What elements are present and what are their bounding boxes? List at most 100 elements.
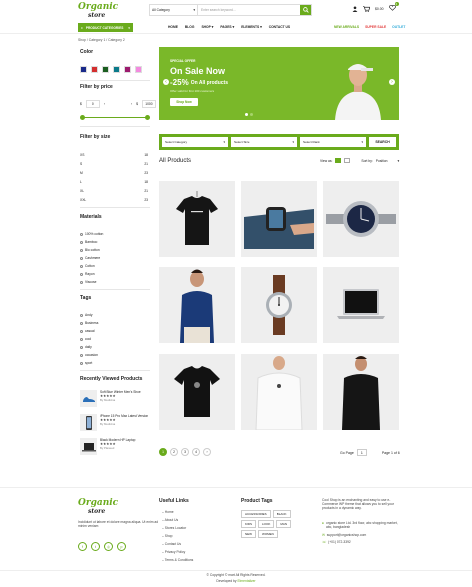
filter-search-button[interactable]: SEARCH <box>369 137 396 147</box>
radio-button[interactable] <box>80 256 83 260</box>
search-input[interactable]: Enter search keyword... <box>198 5 300 15</box>
page-button[interactable]: 3 <box>181 448 189 456</box>
footer-link[interactable]: – About Us <box>162 518 178 522</box>
recent-product[interactable]: Soft Blue Winter Men's Shoe ★★★★★ By Med… <box>80 390 150 407</box>
cart-total[interactable]: $0.00 <box>375 7 384 11</box>
facebook-icon[interactable]: f <box>78 542 87 551</box>
breadcrumb[interactable]: Shop / Category 1 / Category 2 <box>78 38 125 42</box>
page-button[interactable]: 2 <box>170 448 178 456</box>
product-card-laptop[interactable] <box>323 267 399 343</box>
radio-button[interactable] <box>80 321 83 325</box>
footer-link[interactable]: – Privacy Policy <box>162 550 185 554</box>
pinterest-icon[interactable]: p <box>117 542 126 551</box>
developer-link[interactable]: Elmentalizer <box>237 579 255 583</box>
product-card-white-tshirt[interactable] <box>241 354 317 430</box>
product-thumbnail[interactable] <box>80 414 97 431</box>
material-option[interactable]: Bio cotton <box>80 248 100 252</box>
material-option[interactable]: 100% cotton <box>80 232 103 236</box>
promo-outlet[interactable]: OUTLET <box>392 25 405 29</box>
product-card-black-shirt[interactable] <box>323 354 399 430</box>
radio-button[interactable] <box>80 329 83 333</box>
product-card-smart-watch[interactable] <box>241 181 317 257</box>
size-option[interactable]: M 23 <box>80 171 148 175</box>
tag-option[interactable]: casual <box>80 329 95 333</box>
material-option[interactable]: Viscose <box>80 280 96 284</box>
product-card-polo-shirt[interactable] <box>159 267 235 343</box>
radio-button[interactable] <box>80 361 83 365</box>
promo-new-arrivals[interactable]: NEW ARRIVALS <box>334 25 359 29</box>
size-option[interactable]: S 21 <box>80 162 148 166</box>
wishlist-button[interactable]: 0 <box>388 2 399 12</box>
promo-super-sale[interactable]: SUPER SALE <box>365 25 386 29</box>
rank-select[interactable]: Select Rank ▾ <box>300 137 366 147</box>
color-swatch[interactable] <box>135 66 142 73</box>
color-swatch[interactable] <box>80 66 87 73</box>
footer-link[interactable]: – Terms & Conditions <box>162 558 193 562</box>
product-card-black-tshirt-2[interactable] <box>159 354 235 430</box>
footer-tag[interactable]: NEW <box>241 530 256 538</box>
footer-tag[interactable]: KIDS <box>241 520 257 528</box>
footer-logo[interactable]: Organic store <box>78 499 118 516</box>
material-option[interactable]: Bamboo <box>80 240 97 244</box>
category-select[interactable]: Select Category ▾ <box>162 137 228 147</box>
footer-tag[interactable]: ACCESSORIES <box>241 510 271 518</box>
user-icon[interactable] <box>352 5 358 12</box>
product-thumbnail[interactable] <box>80 438 97 455</box>
product-card-black-tshirt[interactable] <box>159 181 235 257</box>
material-option[interactable]: Cashmere <box>80 256 100 260</box>
nav-item-shop[interactable]: SHOP ▾ <box>201 25 213 29</box>
footer-link[interactable]: – Contact Us <box>162 542 181 546</box>
instagram-icon[interactable]: ◎ <box>104 542 113 551</box>
size-option[interactable]: XXL 23 <box>80 198 148 202</box>
footer-email[interactable]: ✉ support@organicshop.com <box>322 533 366 537</box>
recent-product[interactable]: Black Modern HP Laptop ★★★★★ By Planeed <box>80 438 150 455</box>
slider-dot[interactable] <box>245 113 248 116</box>
radio-button[interactable] <box>80 353 83 357</box>
footer-tag[interactable]: MAN <box>276 520 292 528</box>
radio-button[interactable] <box>80 232 83 236</box>
color-swatch[interactable] <box>113 66 120 73</box>
page-button[interactable]: 1 <box>159 448 167 456</box>
radio-button[interactable] <box>80 345 83 349</box>
size-option[interactable]: XL 21 <box>80 189 148 193</box>
tag-option[interactable]: sport <box>80 361 92 365</box>
radio-button[interactable] <box>80 337 83 341</box>
twitter-icon[interactable]: t <box>91 542 100 551</box>
price-min-input[interactable]: 0 <box>85 100 100 108</box>
color-swatch[interactable] <box>124 66 131 73</box>
nav-item-home[interactable]: HOME <box>168 25 178 29</box>
product-card-steel-watch[interactable] <box>323 181 399 257</box>
footer-phone[interactable]: ☏ (+01) 072-3392 <box>322 540 351 544</box>
size-option[interactable]: XS 18 <box>80 153 148 157</box>
radio-button[interactable] <box>80 264 83 268</box>
price-slider-track[interactable] <box>82 117 147 119</box>
sort-select[interactable]: Position ▾ <box>376 159 399 163</box>
search-button[interactable] <box>300 5 311 15</box>
price-slider-handle-max[interactable] <box>145 115 150 120</box>
radio-button[interactable] <box>80 280 83 284</box>
footer-tag[interactable]: BLACK <box>272 510 291 518</box>
product-card-leather-watch[interactable] <box>241 267 317 343</box>
tag-option[interactable]: cool <box>80 337 91 341</box>
tag-option[interactable]: Business <box>80 321 98 325</box>
footer-tag[interactable]: LOOK <box>258 520 275 528</box>
next-page-button[interactable]: › <box>203 448 211 456</box>
footer-tag[interactable]: WOMEN <box>258 530 278 538</box>
color-swatch[interactable] <box>91 66 98 73</box>
color-swatch[interactable] <box>102 66 109 73</box>
material-option[interactable]: Cotton <box>80 264 95 268</box>
slider-dot[interactable] <box>250 113 253 116</box>
radio-button[interactable] <box>80 272 83 276</box>
product-categories-button[interactable]: ≡ PRODUCT CATEGORIES ▾ <box>78 23 133 32</box>
logo[interactable]: Organic store <box>78 3 120 23</box>
size-select[interactable]: Select Size ▾ <box>231 137 297 147</box>
footer-link[interactable]: – Shop <box>162 534 172 538</box>
size-option[interactable]: L 18 <box>80 180 148 184</box>
tag-option[interactable]: Andy <box>80 313 93 317</box>
price-slider-handle-min[interactable] <box>80 115 85 120</box>
material-option[interactable]: Rayon <box>80 272 95 276</box>
tag-option[interactable]: daily <box>80 345 92 349</box>
list-view-icon[interactable] <box>344 158 351 163</box>
tag-option[interactable]: occasion <box>80 353 98 357</box>
product-thumbnail[interactable] <box>80 390 97 407</box>
